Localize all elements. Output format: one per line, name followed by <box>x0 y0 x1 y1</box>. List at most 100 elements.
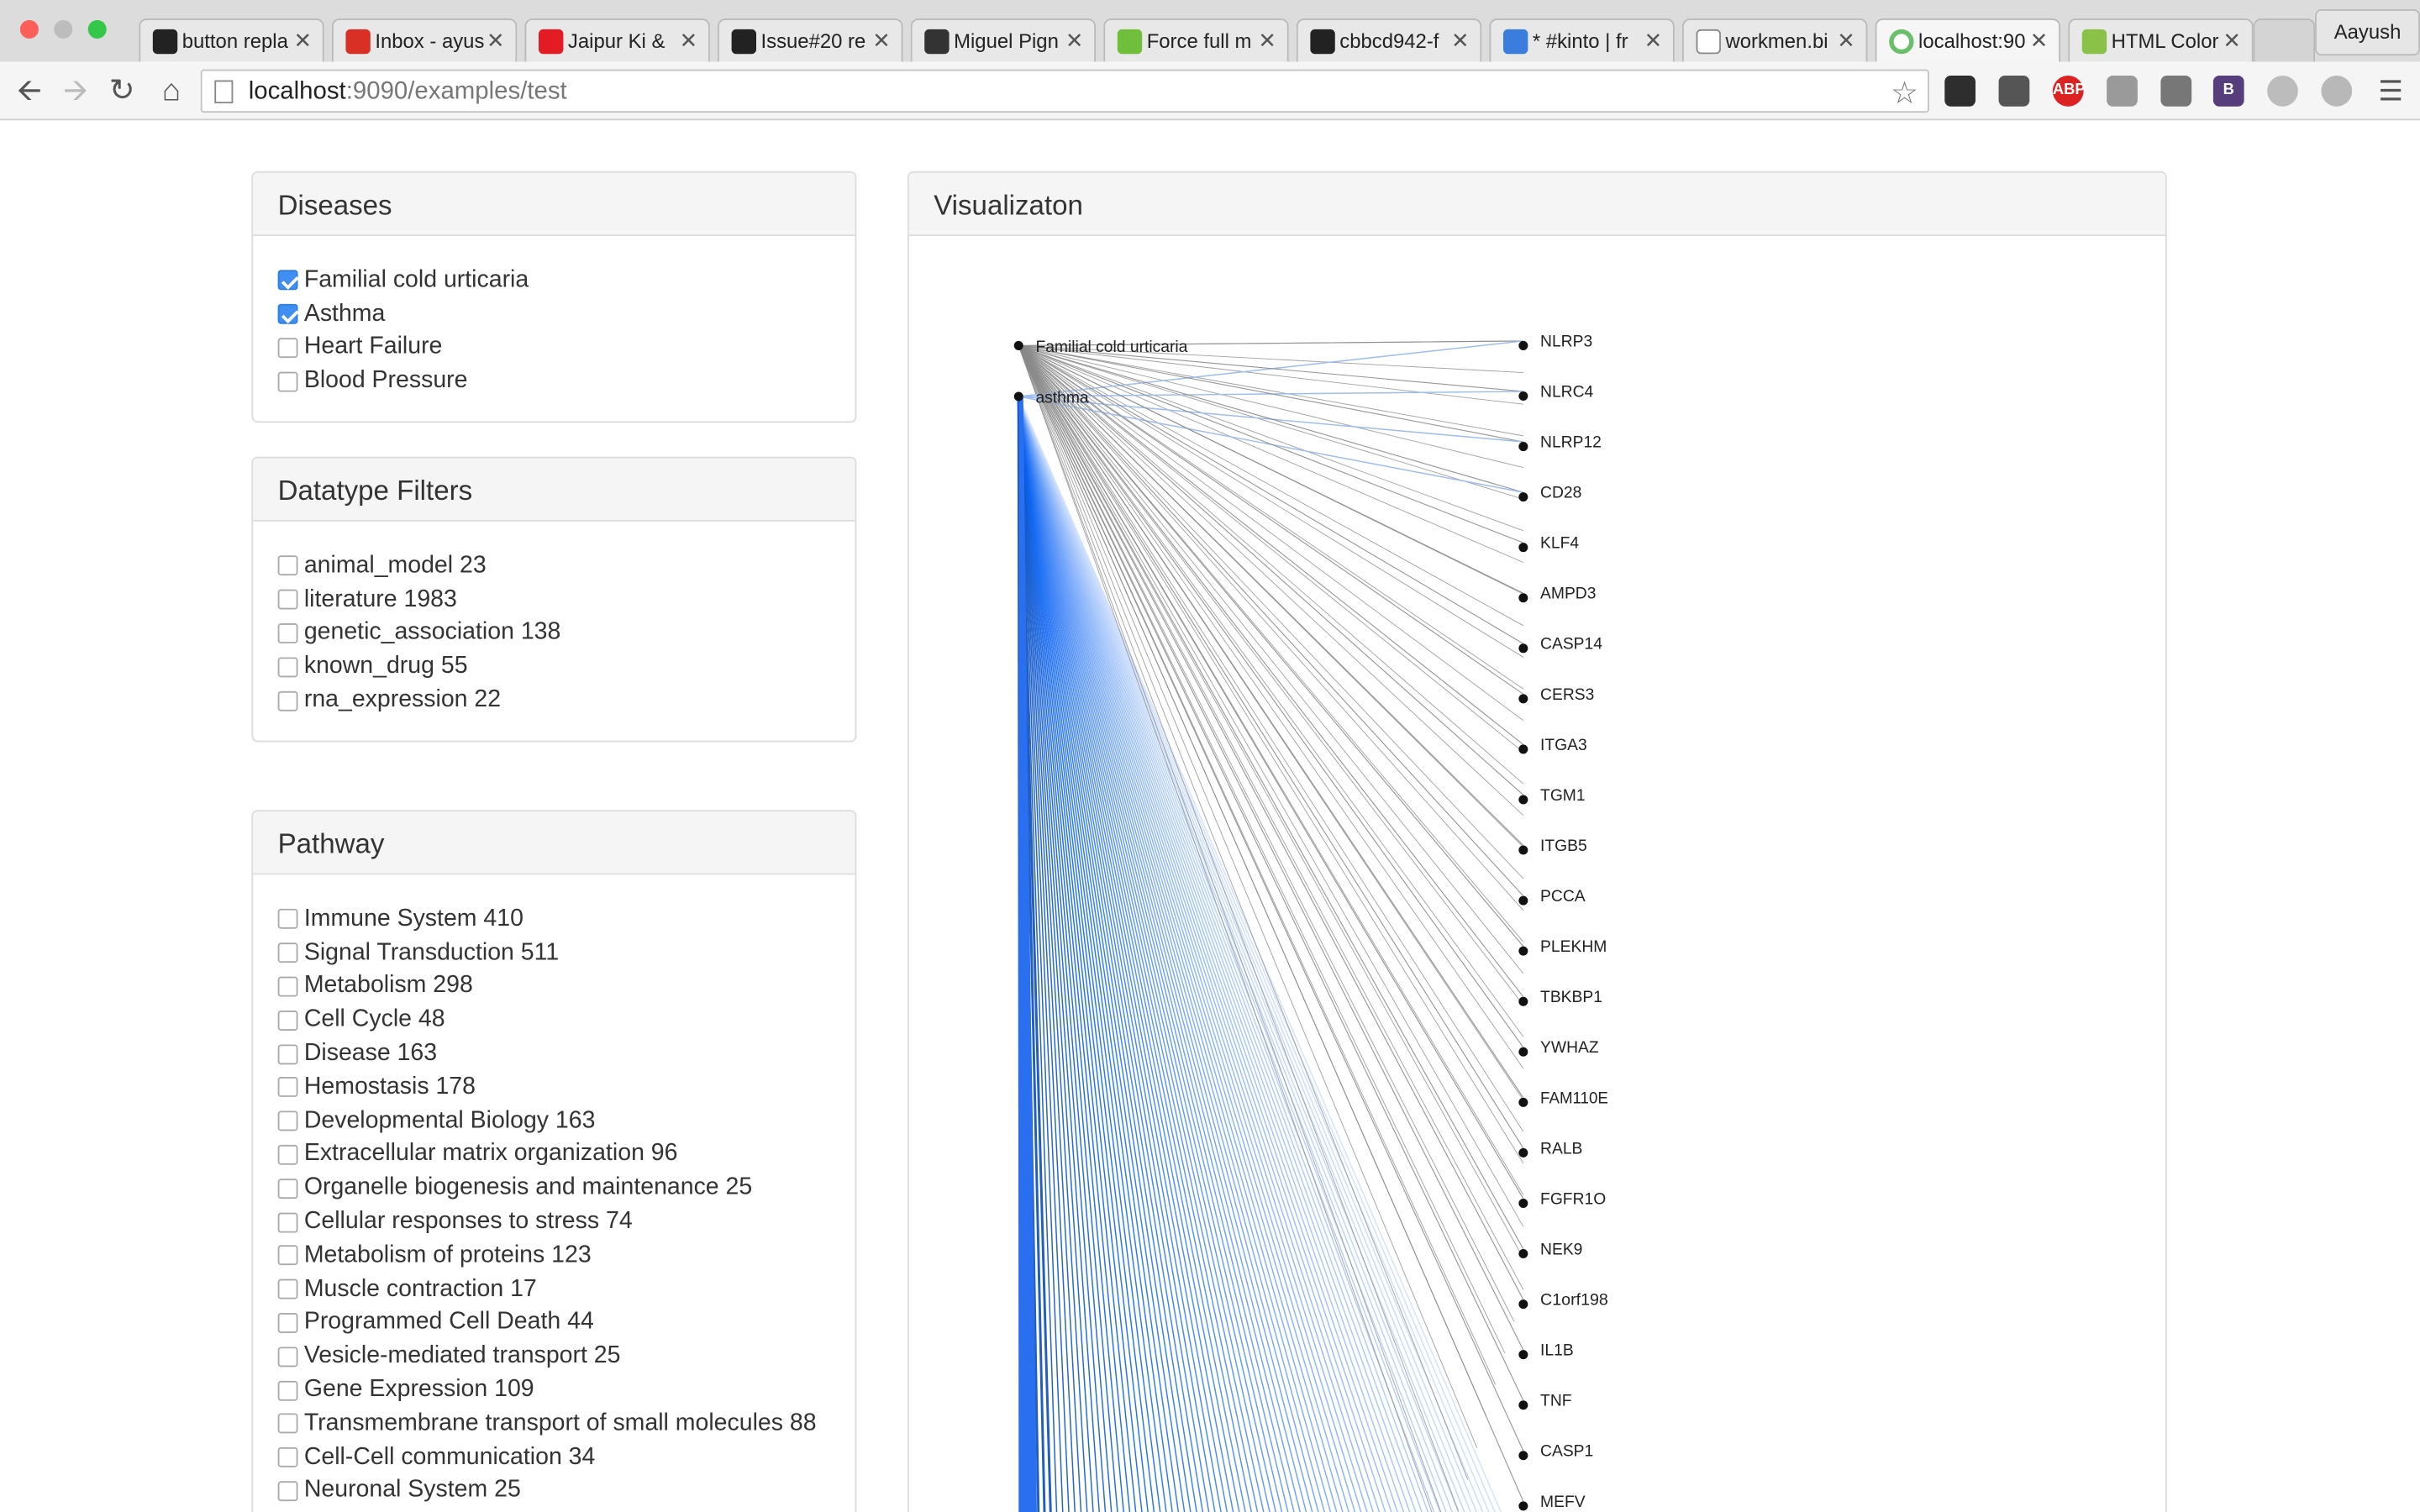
network-graph[interactable]: Familial cold urticaria asthma NLRP3 NLRC4 N… <box>909 236 2165 1512</box>
datatype-filter-item[interactable]: animal_model 23 <box>277 549 855 583</box>
pathway-filter-item[interactable]: Gene Expression 109 <box>277 1373 855 1407</box>
back-arrow-icon[interactable]: 🡨 <box>13 74 46 108</box>
datatype-filter-item[interactable]: rna_expression 22 <box>277 684 855 717</box>
extension-traffic-icon[interactable] <box>1998 76 2030 107</box>
checkbox[interactable] <box>277 1278 298 1299</box>
gene-node[interactable] <box>1518 1501 1528 1511</box>
gene-node[interactable] <box>1518 391 1528 401</box>
pathway-filter-item[interactable]: Disease 163 <box>277 1037 855 1071</box>
gene-node[interactable] <box>1518 744 1528 754</box>
gene-node[interactable] <box>1518 845 1528 855</box>
tab-close-icon[interactable]: ✕ <box>2223 28 2241 54</box>
pathway-filter-item[interactable]: Transmembrane transport of small molecul… <box>277 1407 855 1441</box>
tab-close-icon[interactable]: ✕ <box>1065 28 1084 54</box>
reload-icon[interactable]: ↻ <box>105 74 139 108</box>
profile-button[interactable]: Aayush <box>2315 9 2420 56</box>
pathway-filter-item[interactable]: Vesicle-mediated transport 25 <box>277 1340 855 1373</box>
pathway-filter-item[interactable]: Cell Cycle 48 <box>277 1004 855 1037</box>
checkbox[interactable] <box>277 338 298 359</box>
datatype-filter-item[interactable]: literature 1983 <box>277 583 855 617</box>
checkbox[interactable] <box>277 1414 298 1434</box>
tab-close-icon[interactable]: ✕ <box>1837 28 1855 54</box>
browser-tab[interactable]: button repla ✕ <box>139 18 324 62</box>
gene-node[interactable] <box>1518 1249 1528 1259</box>
checkbox[interactable] <box>277 304 298 325</box>
gene-node[interactable] <box>1518 492 1528 502</box>
browser-tab[interactable]: Force full m ✕ <box>1103 18 1289 62</box>
gene-node[interactable] <box>1518 1451 1528 1461</box>
gene-node[interactable] <box>1518 996 1528 1006</box>
checkbox[interactable] <box>277 270 298 291</box>
checkbox[interactable] <box>277 1347 298 1367</box>
gene-node[interactable] <box>1518 1198 1528 1208</box>
checkbox[interactable] <box>277 1447 298 1467</box>
pathway-filter-item[interactable]: Organelle biogenesis and maintenance 25 <box>277 1172 855 1205</box>
checkbox[interactable] <box>277 371 298 392</box>
tab-close-icon[interactable]: ✕ <box>293 28 312 54</box>
datatype-filter-item[interactable]: known_drug 55 <box>277 650 855 684</box>
gene-node[interactable] <box>1518 643 1528 654</box>
checkbox[interactable] <box>277 657 298 677</box>
new-tab-button[interactable] <box>2253 18 2316 62</box>
gene-node[interactable] <box>1518 442 1528 452</box>
forward-arrow-icon[interactable]: 🡪 <box>59 74 92 108</box>
tab-close-icon[interactable]: ✕ <box>872 28 891 54</box>
react-devtools-icon[interactable] <box>2267 76 2298 107</box>
checkbox[interactable] <box>277 1178 298 1199</box>
browser-tab[interactable]: workmen.bi ✕ <box>1682 18 1868 62</box>
disease-filter-item[interactable]: Asthma <box>277 297 855 331</box>
checkbox[interactable] <box>277 1043 298 1064</box>
adblock-plus-icon[interactable]: ABP <box>2052 76 2086 107</box>
browser-tab[interactable]: cbbcd942-f ✕ <box>1296 18 1482 62</box>
menu-icon[interactable]: ☰ <box>2374 74 2407 108</box>
extension-circle-icon[interactable] <box>2321 76 2353 107</box>
bookmark-star-icon[interactable]: ☆ <box>1891 74 1918 113</box>
extension-icon[interactable] <box>1944 76 1976 107</box>
tab-close-icon[interactable]: ✕ <box>680 28 698 54</box>
tab-close-icon[interactable]: ✕ <box>1451 28 1470 54</box>
gene-node[interactable] <box>1518 946 1528 956</box>
pathway-filter-item[interactable]: Hemostasis 178 <box>277 1071 855 1105</box>
tab-close-icon[interactable]: ✕ <box>487 28 505 54</box>
disease-node[interactable] <box>1013 391 1023 402</box>
checkbox[interactable] <box>277 1312 298 1333</box>
browser-tab[interactable]: Jaipur Ki & ✕ <box>524 18 710 62</box>
disease-filter-item[interactable]: Heart Failure <box>277 331 855 365</box>
pathway-filter-item[interactable]: Cellular responses to stress 74 <box>277 1205 855 1239</box>
gene-node[interactable] <box>1518 543 1528 553</box>
checkbox[interactable] <box>277 1380 298 1400</box>
checkbox[interactable] <box>277 942 298 963</box>
pathway-filter-item[interactable]: Neuronal System 25 <box>277 1474 855 1508</box>
browser-tab[interactable]: Miguel Pign ✕ <box>910 18 1097 62</box>
gene-node[interactable] <box>1518 1097 1528 1107</box>
extension-bug-icon[interactable] <box>2160 76 2192 107</box>
checkbox[interactable] <box>277 1077 298 1098</box>
pathway-filter-item[interactable]: Metabolism 298 <box>277 970 855 1004</box>
extension-gear-icon[interactable] <box>2107 76 2138 107</box>
checkbox[interactable] <box>277 1110 298 1131</box>
pathway-filter-item[interactable]: Muscle contraction 17 <box>277 1273 855 1306</box>
datatype-filter-item[interactable]: genetic_association 138 <box>277 617 855 650</box>
zoom-window-button[interactable] <box>87 19 107 39</box>
checkbox[interactable] <box>277 1144 298 1165</box>
checkbox[interactable] <box>277 1211 298 1232</box>
disease-node[interactable] <box>1013 340 1023 350</box>
pathway-filter-item[interactable]: Programmed Cell Death 44 <box>277 1306 855 1340</box>
pathway-filter-item[interactable]: Cell-Cell communication 34 <box>277 1441 855 1474</box>
checkbox[interactable] <box>277 1010 298 1031</box>
tab-close-icon[interactable]: ✕ <box>1258 28 1276 54</box>
tab-close-icon[interactable]: ✕ <box>1644 28 1663 54</box>
gene-node[interactable] <box>1518 1299 1528 1310</box>
checkbox[interactable] <box>277 555 298 576</box>
gene-node[interactable] <box>1518 340 1528 350</box>
pathway-filter-item[interactable]: Metabolism of proteins 123 <box>277 1239 855 1273</box>
disease-filter-item[interactable]: Familial cold urticaria <box>277 264 855 297</box>
tab-close-icon[interactable]: ✕ <box>2030 28 2049 54</box>
browser-tab[interactable]: localhost:90 ✕ <box>1875 18 2061 62</box>
checkbox[interactable] <box>277 690 298 711</box>
gene-node[interactable] <box>1518 1350 1528 1360</box>
disease-filter-item[interactable]: Blood Pressure <box>277 365 855 398</box>
bootstrap-icon[interactable]: B <box>2212 76 2244 107</box>
gene-node[interactable] <box>1518 593 1528 603</box>
pathway-filter-item[interactable]: Extracellular matrix organization 96 <box>277 1138 855 1172</box>
